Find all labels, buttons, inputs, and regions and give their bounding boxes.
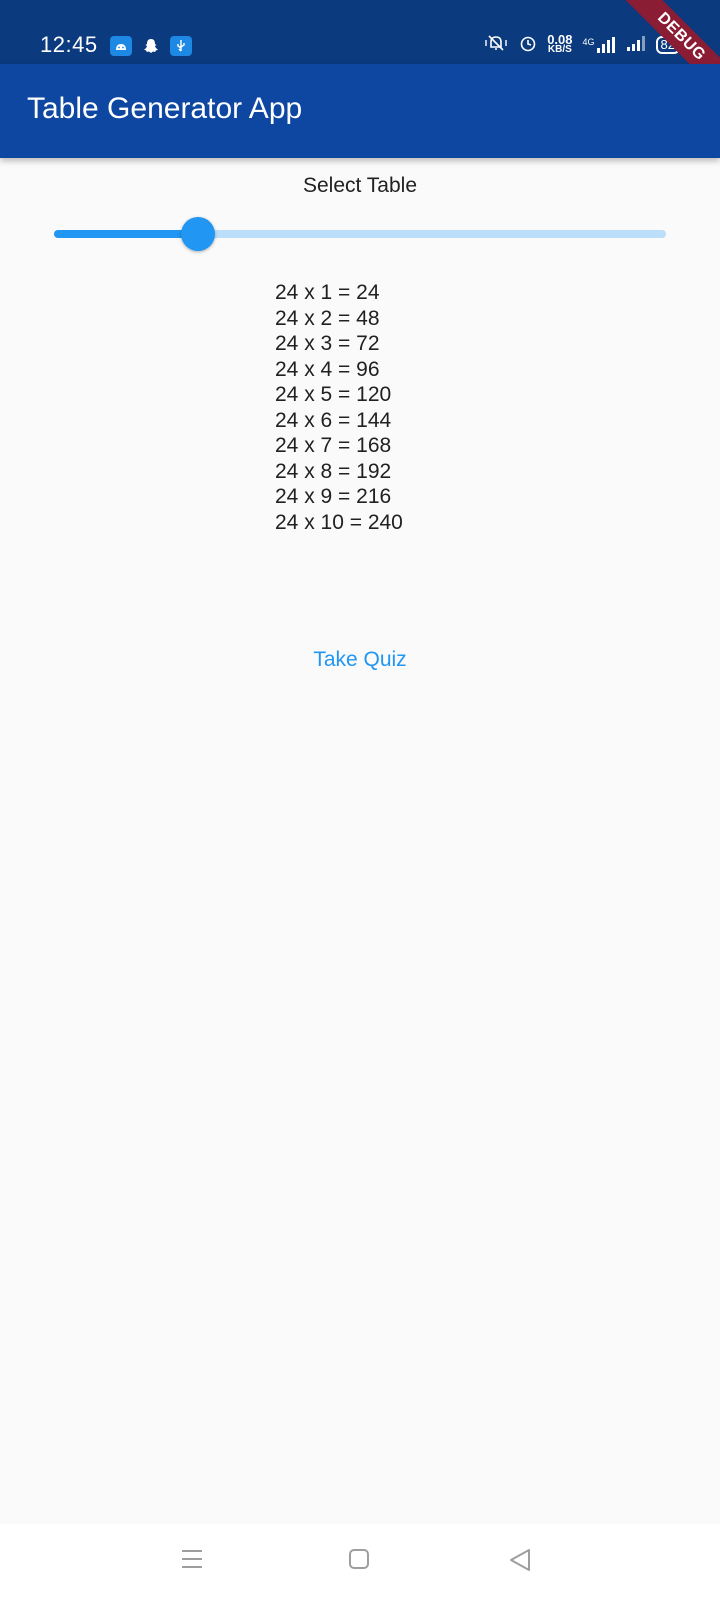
signal-icon: 4G bbox=[582, 36, 616, 53]
table-row: 24 x 5 = 120 bbox=[275, 383, 392, 406]
table-slider[interactable] bbox=[54, 217, 666, 251]
table-row: 24 x 1 = 24 bbox=[275, 281, 380, 304]
network-type: 4G bbox=[582, 36, 595, 47]
android-icon bbox=[110, 36, 132, 56]
slider-active-track[interactable] bbox=[54, 230, 198, 238]
status-indicators: 0.08 KB/S 4G 82 bbox=[483, 31, 680, 55]
net-speed: 0.08 KB/S bbox=[547, 31, 573, 55]
table-row: 24 x 7 = 168 bbox=[275, 434, 392, 457]
usb-icon bbox=[170, 36, 192, 56]
table-row: 24 x 10 = 240 bbox=[275, 510, 403, 534]
page-title: Table Generator App bbox=[27, 92, 303, 125]
net-speed-unit: KB/S bbox=[547, 43, 572, 55]
vibrate-mute-icon bbox=[483, 34, 509, 55]
notification-icons bbox=[110, 36, 192, 56]
back-button[interactable] bbox=[508, 1548, 532, 1577]
alarm-icon bbox=[519, 34, 537, 55]
table-row: 24 x 8 = 192 bbox=[275, 459, 392, 483]
table-row: 24 x 6 = 144 bbox=[275, 408, 392, 432]
signal-icon-2 bbox=[626, 35, 646, 54]
system-nav-bar bbox=[0, 1524, 720, 1600]
recent-apps-button[interactable] bbox=[180, 1548, 204, 1575]
select-table-label: Select Table bbox=[302, 174, 418, 197]
table-row: 24 x 4 = 96 bbox=[275, 357, 380, 381]
table-row: 24 x 2 = 48 bbox=[275, 306, 380, 330]
status-time: 12:45 bbox=[40, 32, 98, 57]
multiplication-table: 24 x 1 = 24 24 x 2 = 48 24 x 3 = 72 24 x 4 … bbox=[275, 280, 403, 535]
home-button[interactable] bbox=[348, 1548, 370, 1575]
slider-thumb[interactable] bbox=[180, 217, 215, 251]
app-bar: Table Generator App bbox=[0, 64, 720, 158]
net-speed-value: 0.08 bbox=[547, 31, 573, 47]
take-quiz-button[interactable]: Take Quiz bbox=[260, 640, 460, 680]
table-row: 24 x 9 = 216 bbox=[275, 485, 392, 508]
status-bar: 12:45 0.08 KB/S 4G 82 DEBUG bbox=[0, 0, 720, 100]
snapchat-icon bbox=[140, 36, 162, 56]
table-row: 24 x 3 = 72 bbox=[275, 332, 380, 355]
